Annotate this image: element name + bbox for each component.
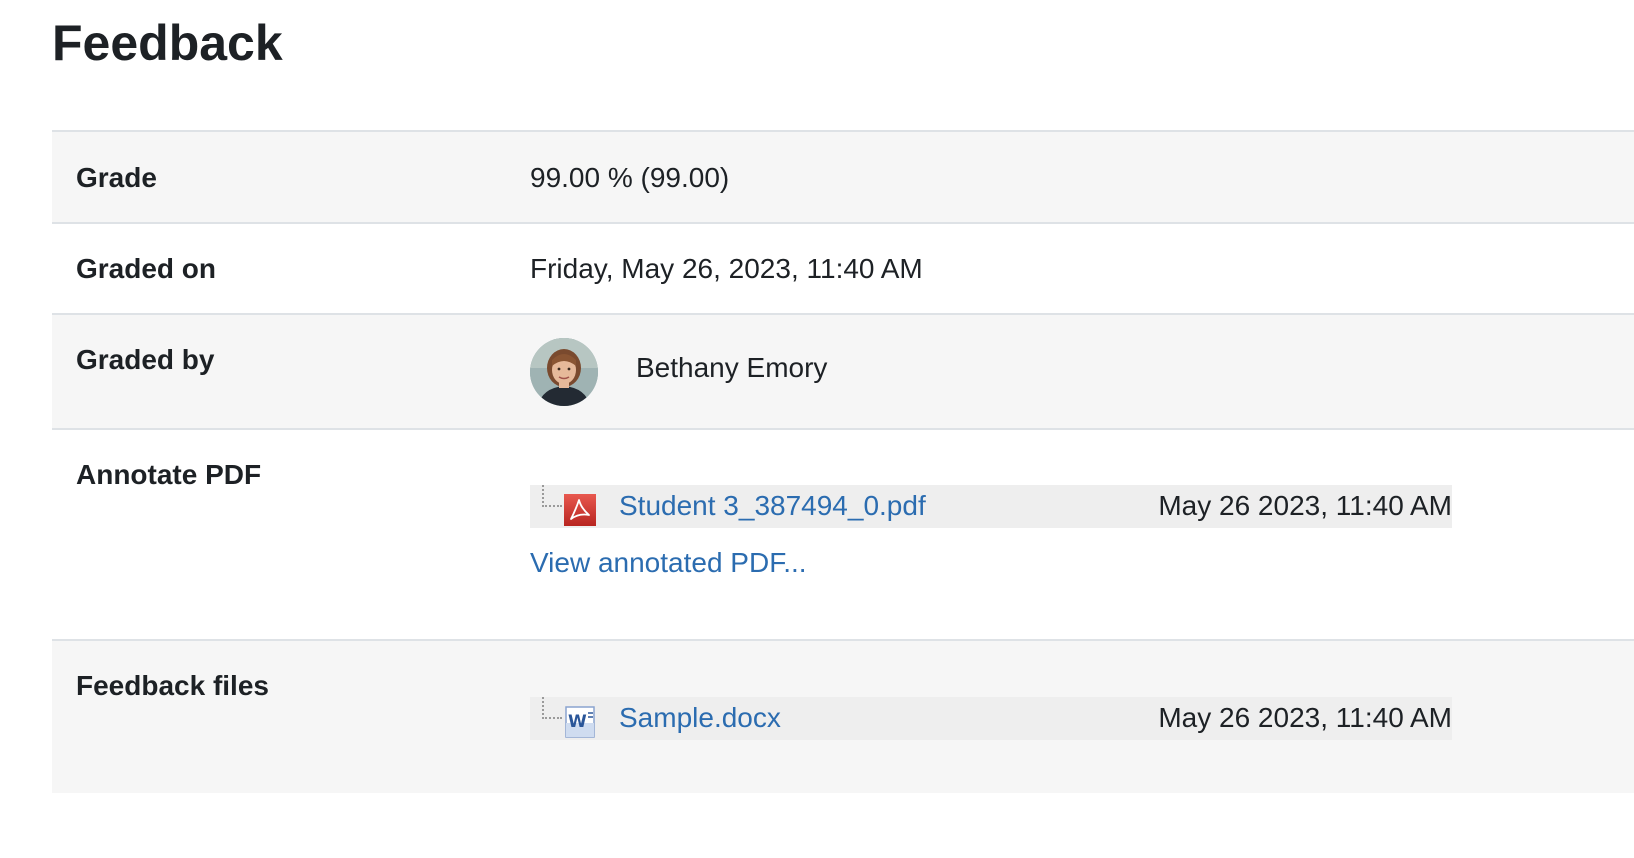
graded-on-row: Graded on Friday, May 26, 2023, 11:40 AM (52, 224, 1634, 315)
svg-text:W: W (568, 712, 587, 732)
feedback-table: Grade 99.00 % (99.00) Graded on Friday, … (52, 130, 1634, 793)
tree-connector (542, 697, 562, 719)
graded-on-value: Friday, May 26, 2023, 11:40 AM (530, 253, 923, 284)
annotated-pdf-file-entry: Student 3_387494_0.pdf May 26 2023, 11:4… (530, 485, 1452, 528)
annotate-pdf-label: Annotate PDF (76, 459, 262, 490)
avatar[interactable] (530, 338, 598, 406)
page-title: Feedback (52, 15, 283, 71)
annotate-pdf-row: Annotate PDF Student 3_387494_0.pdf May … (52, 430, 1634, 641)
grader-name: Bethany Emory (636, 352, 828, 383)
word-doc-icon: W (565, 706, 595, 738)
pdf-file-date: May 26 2023, 11:40 AM (1158, 490, 1452, 521)
feedback-files-row: Feedback files W Sample.docx May 26 2023… (52, 641, 1634, 793)
tree-connector (542, 485, 562, 507)
grade-label: Grade (76, 162, 157, 193)
feedback-files-label: Feedback files (76, 670, 269, 701)
docx-file-date: May 26 2023, 11:40 AM (1158, 702, 1452, 733)
graded-by-label: Graded by (76, 344, 215, 375)
feedback-file-entry: W Sample.docx May 26 2023, 11:40 AM (530, 697, 1452, 740)
docx-file-link[interactable]: Sample.docx (619, 701, 781, 735)
grade-value: 99.00 % (99.00) (530, 162, 730, 193)
pdf-icon (564, 494, 596, 526)
grade-row: Grade 99.00 % (99.00) (52, 132, 1634, 224)
view-annotated-pdf-link[interactable]: View annotated PDF... (530, 546, 807, 580)
pdf-file-link[interactable]: Student 3_387494_0.pdf (619, 489, 926, 523)
graded-by-row: Graded by Bethany Emory (52, 315, 1634, 430)
graded-on-label: Graded on (76, 253, 217, 284)
user-avatar-photo-icon (530, 338, 598, 406)
